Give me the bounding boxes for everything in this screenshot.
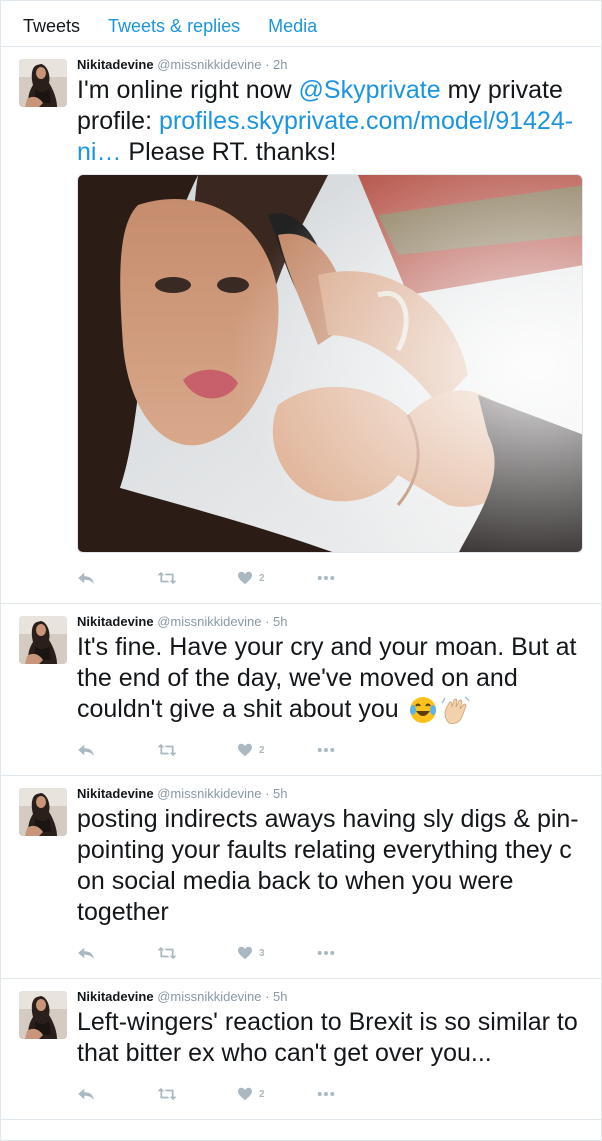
like-button[interactable]: 2 [237,743,317,757]
separator-dot: · [265,57,270,72]
retweet-icon [157,743,177,757]
timestamp[interactable]: 2h [273,57,287,72]
more-icon [317,1091,335,1097]
author-name[interactable]: Nikitadevine [77,614,154,629]
like-count: 3 [259,947,265,959]
tweet-text: I'm online right now @Skyprivate my priv… [77,75,589,168]
separator-dot: · [265,989,270,1005]
author-handle[interactable]: @missnikkidevine [157,614,261,629]
retweet-icon [157,571,177,585]
tweet-actions: 2 [77,553,589,603]
retweet-icon [157,1087,177,1101]
tweet[interactable]: Nikitadevine @missnikkidevine · 5h Left-… [1,979,601,1121]
reply-button[interactable] [77,571,157,585]
author-name[interactable]: Nikitadevine [77,989,154,1004]
avatar[interactable] [19,991,67,1040]
heart-icon [237,946,253,960]
more-button[interactable] [317,1091,397,1097]
more-button[interactable] [317,575,397,581]
reply-button[interactable] [77,946,157,960]
tweet-text: It's fine. Have your cry and your moan. … [77,632,589,725]
waving-hand-emoji-icon [441,696,470,725]
reply-icon [77,1087,95,1101]
like-count: 2 [259,572,265,584]
tweet-header: Nikitadevine @missnikkidevine · 5h [77,614,589,630]
tweet[interactable]: Nikitadevine @missnikkidevine · 5h It's … [1,604,601,777]
retweet-button[interactable] [157,946,237,960]
tweet-header: Nikitadevine @missnikkidevine · 5h [77,786,589,802]
separator-dot: · [265,786,270,802]
author-handle[interactable]: @missnikkidevine [157,989,261,1004]
mention-link[interactable]: @Skyprivate [299,76,441,104]
tab-media[interactable]: Media [254,1,331,47]
more-button[interactable] [317,747,397,753]
heart-icon [237,1087,253,1101]
timestamp[interactable]: 5h [273,614,287,629]
author-handle[interactable]: @missnikkidevine [157,786,261,801]
tweet-text-part: I'm online right now [77,76,299,104]
tweet-header: Nikitadevine @missnikkidevine · 5h [77,989,589,1005]
author-name[interactable]: Nikitadevine [77,786,154,801]
avatar[interactable] [19,788,67,837]
more-icon [317,575,335,581]
tweet-text: Left-wingers' reaction to Brexit is so s… [77,1008,578,1068]
like-button[interactable]: 2 [237,1087,317,1101]
tweet[interactable]: Nikitadevine @missnikkidevine · 2h I'm o… [1,47,601,604]
timestamp[interactable]: 5h [273,786,287,801]
retweet-button[interactable] [157,743,237,757]
timeline: Tweets Tweets & replies Media Nikitadevi… [0,0,602,1141]
reply-icon [77,743,95,757]
avatar[interactable] [19,616,67,664]
tweet-photo[interactable] [77,174,583,553]
profile-tabs: Tweets Tweets & replies Media [1,1,601,47]
retweet-button[interactable] [157,1087,237,1101]
timestamp[interactable]: 5h [273,989,287,1004]
heart-icon [237,743,253,757]
tweet[interactable]: Nikitadevine @missnikkidevine · 5h posti… [1,776,601,980]
reply-icon [77,571,95,585]
tweet-header: Nikitadevine @missnikkidevine · 2h [77,57,589,73]
reply-button[interactable] [77,1087,157,1101]
tab-tweets[interactable]: Tweets [9,1,94,47]
like-count: 2 [259,744,265,756]
tweet-actions: 3 [77,928,589,978]
tab-tweets-replies[interactable]: Tweets & replies [94,1,254,47]
tweet-text-body: It's fine. Have your cry and your moan. … [77,633,577,723]
author-name[interactable]: Nikitadevine [77,57,154,72]
like-button[interactable]: 3 [237,946,317,960]
author-handle[interactable]: @missnikkidevine [157,57,261,72]
tweet-actions: 2 [77,1069,589,1119]
tears-of-joy-emoji-icon [409,697,436,724]
reply-button[interactable] [77,743,157,757]
more-icon [317,747,335,753]
tweet-text: posting indirects aways having sly digs … [77,805,579,927]
avatar[interactable] [19,59,67,107]
reply-icon [77,946,95,960]
more-icon [317,950,335,956]
separator-dot: · [265,614,270,629]
retweet-icon [157,946,177,960]
tweet-actions: 2 [77,725,589,775]
retweet-button[interactable] [157,571,237,585]
more-button[interactable] [317,950,397,956]
like-count: 2 [259,1088,265,1100]
tweet-text-part: Please RT. thanks! [121,138,337,166]
like-button[interactable]: 2 [237,571,317,585]
heart-icon [237,571,253,585]
